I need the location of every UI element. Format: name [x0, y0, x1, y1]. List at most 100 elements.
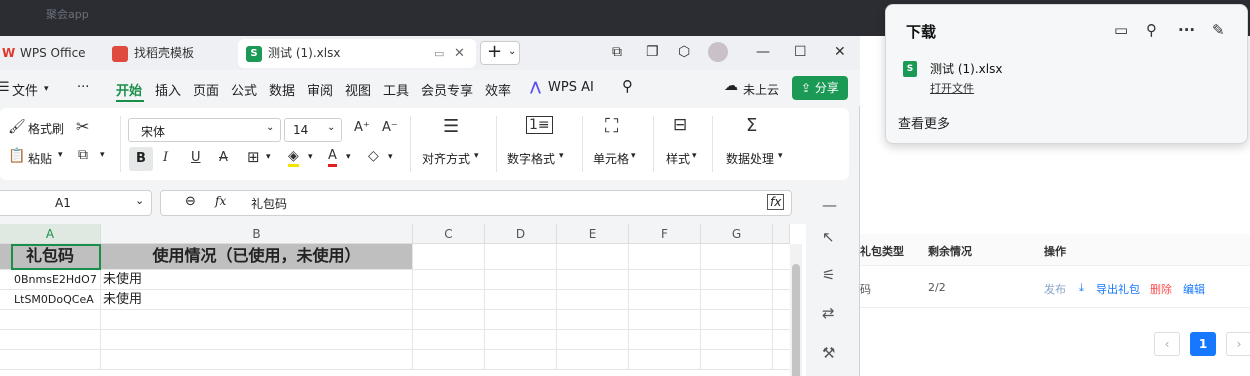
menu-formula[interactable]: 公式	[231, 80, 257, 99]
menu-view[interactable]: 视图	[345, 80, 371, 99]
menu-tools[interactable]: 工具	[383, 80, 409, 99]
column-header-f[interactable]: F	[629, 224, 701, 244]
menu-wps-ai[interactable]: WPS AI	[548, 80, 594, 95]
menu-review[interactable]: 审阅	[307, 80, 333, 99]
tab-spreadsheet[interactable]: S 测试 (1).xlsx ▭ ✕	[238, 39, 476, 68]
decrease-font-icon[interactable]: A⁻	[382, 120, 398, 135]
cell-empty[interactable]	[485, 290, 557, 309]
cell-empty[interactable]	[557, 350, 629, 369]
chevron-down-icon[interactable]: ▾	[346, 152, 351, 162]
column-header-d[interactable]: D	[485, 224, 557, 244]
cell-empty[interactable]	[413, 290, 485, 309]
formula-bar[interactable]: ⊖ fx 礼包码 fx	[160, 190, 792, 216]
increase-font-icon[interactable]: A⁺	[354, 120, 370, 135]
column-header-c[interactable]: C	[413, 224, 485, 244]
settings-slider-icon[interactable]: ⚟	[822, 266, 835, 284]
zoom-icon[interactable]: ⊖	[185, 194, 196, 209]
chevron-down-icon[interactable]: ▾	[388, 152, 393, 162]
search-icon[interactable]: ⚲	[1146, 21, 1157, 39]
chevron-down-icon[interactable]: ▾	[474, 151, 479, 161]
menu-page[interactable]: 页面	[193, 80, 219, 99]
delete-link[interactable]: 删除	[1150, 281, 1172, 297]
paste-button[interactable]: 粘贴	[28, 150, 52, 167]
font-size-select[interactable]: 14 ⌄	[284, 118, 342, 142]
pagination-next-button[interactable]: ›	[1226, 332, 1250, 356]
more-menu[interactable]: ···	[77, 80, 89, 95]
more-options-icon[interactable]: ···	[1178, 21, 1195, 39]
cell-button[interactable]: 单元格	[593, 150, 629, 167]
chevron-down-icon[interactable]: ▾	[308, 152, 313, 162]
cell-empty[interactable]	[557, 330, 629, 349]
font-name-select[interactable]: 宋体 ⌄	[128, 118, 281, 142]
tab-wps-office[interactable]: W WPS Office	[0, 39, 96, 68]
column-header-e[interactable]: E	[557, 224, 629, 244]
menu-member[interactable]: 会员专享	[421, 80, 473, 99]
cell-b3[interactable]: 未使用	[101, 290, 413, 309]
chevron-down-icon[interactable]: ▾	[266, 152, 271, 162]
fx-icon[interactable]: fx	[215, 194, 226, 208]
name-box[interactable]: A1 ⌄	[0, 190, 152, 216]
hamburger-icon[interactable]: ☰	[0, 80, 10, 95]
chevron-down-icon[interactable]: ▾	[692, 151, 697, 161]
cut-icon[interactable]: ✂	[76, 117, 89, 136]
download-icon[interactable]: ⤓	[1079, 281, 1084, 295]
cell-empty[interactable]	[701, 270, 773, 289]
cell-empty[interactable]	[413, 330, 485, 349]
chevron-down-icon[interactable]: ▾	[778, 151, 783, 161]
cell-empty[interactable]	[701, 330, 773, 349]
collapse-icon[interactable]: —	[822, 196, 837, 214]
copy-icon[interactable]: ⧉	[78, 147, 88, 163]
data-process-button[interactable]: 数据处理	[726, 150, 774, 167]
window-switch-icon[interactable]: ❐	[646, 44, 659, 60]
font-color-icon[interactable]: A	[328, 148, 337, 167]
vertical-scrollbar[interactable]	[790, 244, 802, 376]
minimize-icon[interactable]: —	[756, 44, 770, 60]
export-gift-link[interactable]: 导出礼包	[1096, 281, 1140, 297]
cell-a2[interactable]: 0BnmsE2HdO7	[0, 270, 101, 289]
italic-button[interactable]: I	[163, 150, 168, 165]
menu-insert[interactable]: 插入	[155, 80, 181, 99]
cell-empty[interactable]	[413, 270, 485, 289]
style-button[interactable]: 样式	[666, 150, 690, 167]
cell-empty[interactable]	[0, 350, 101, 369]
menu-home[interactable]: 开始	[116, 80, 142, 99]
menu-efficiency[interactable]: 效率	[485, 80, 511, 99]
formula-content[interactable]: 礼包码	[251, 195, 287, 212]
pagination-prev-button[interactable]: ‹	[1154, 332, 1180, 356]
transform-icon[interactable]: ⇄	[822, 304, 835, 322]
screenshot-icon[interactable]: ⧉	[612, 44, 622, 60]
browser-tab-label[interactable]: 聚会app	[46, 6, 89, 22]
cell-empty[interactable]	[629, 330, 701, 349]
menu-file[interactable]: 文件	[12, 80, 38, 99]
cell-empty[interactable]	[413, 244, 485, 269]
scrollbar-thumb[interactable]	[792, 264, 800, 376]
new-tab-button[interactable]: + ⌄	[480, 41, 520, 65]
folder-icon[interactable]: ▭	[1114, 21, 1128, 39]
border-icon[interactable]: ⊞	[247, 148, 260, 166]
chevron-down-icon[interactable]: ▾	[58, 150, 63, 160]
cell-empty[interactable]	[0, 310, 101, 329]
fill-color-icon[interactable]: ◈	[288, 148, 299, 167]
strikethrough-button[interactable]: A	[219, 150, 228, 165]
tab-close-icon[interactable]: ✕	[454, 39, 465, 68]
select-cursor-icon[interactable]: ↖	[822, 228, 835, 246]
chevron-down-icon[interactable]: ▾	[631, 151, 636, 161]
pagination-page-1[interactable]: 1	[1190, 332, 1216, 356]
maximize-icon[interactable]: ☐	[794, 44, 807, 60]
download-file-name[interactable]: 测试 (1).xlsx	[930, 60, 1002, 77]
cell-empty[interactable]	[557, 290, 629, 309]
cell-empty[interactable]	[629, 244, 701, 269]
edit-link[interactable]: 编辑	[1183, 281, 1205, 297]
close-window-icon[interactable]: ✕	[834, 44, 846, 60]
cube-icon[interactable]: ⬡	[678, 44, 690, 60]
cell-a3[interactable]: LtSM0DoQCeA	[0, 290, 101, 309]
format-painter-button[interactable]: 格式刷	[28, 120, 64, 137]
cell-empty[interactable]	[413, 310, 485, 329]
cell-empty[interactable]	[557, 270, 629, 289]
open-file-link[interactable]: 打开文件	[930, 80, 974, 96]
tab-docer[interactable]: 找稻壳模板	[104, 39, 232, 68]
bold-button[interactable]: B	[129, 147, 153, 171]
cloud-status[interactable]: 未上云	[743, 81, 779, 98]
cell-empty[interactable]	[701, 310, 773, 329]
cell-empty[interactable]	[101, 330, 413, 349]
